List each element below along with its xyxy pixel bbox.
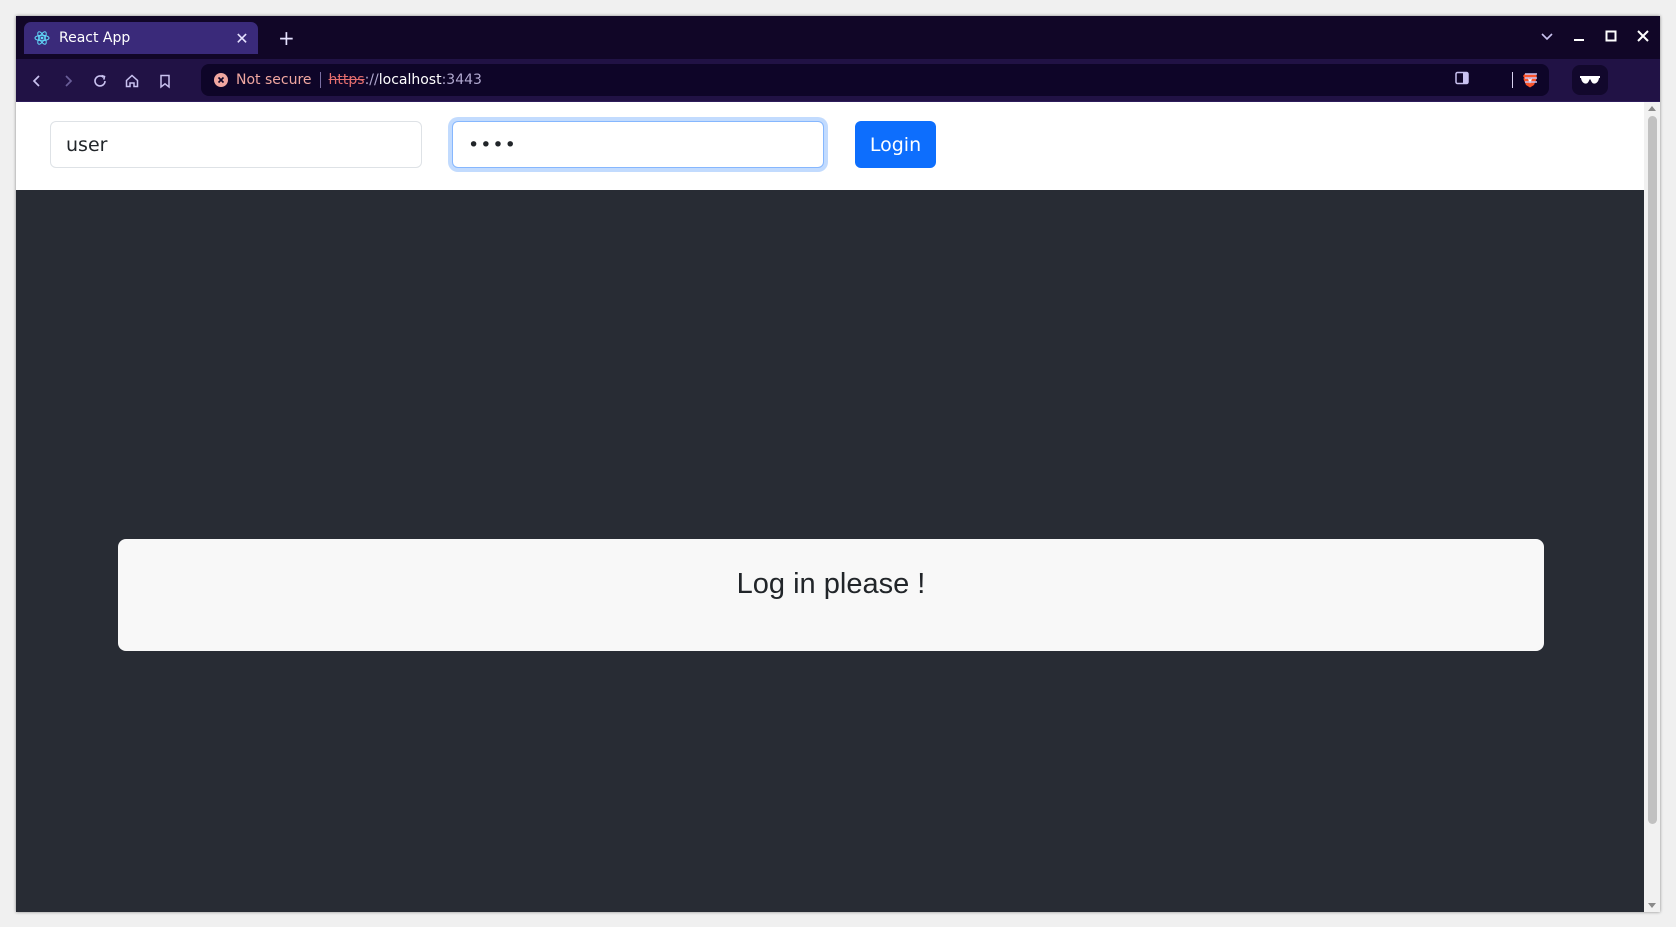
- message-card: Log in please !: [118, 539, 1544, 651]
- url-text[interactable]: https://localhost:3443: [329, 72, 482, 88]
- scrollbar-thumb[interactable]: [1648, 116, 1657, 824]
- tab-react-app[interactable]: React App ✕: [24, 22, 258, 54]
- scroll-up-arrow-icon[interactable]: [1648, 106, 1656, 111]
- password-input[interactable]: [452, 121, 824, 168]
- login-form: Login: [16, 102, 1644, 190]
- maximize-icon[interactable]: [1602, 27, 1620, 45]
- bookmark-icon[interactable]: [154, 70, 176, 92]
- url-host: localhost: [378, 72, 442, 88]
- window-controls: [1538, 24, 1652, 48]
- not-secure-icon[interactable]: [213, 72, 229, 88]
- address-divider: [319, 72, 321, 88]
- extension-glasses-icon[interactable]: [1572, 65, 1608, 95]
- tab-strip: React App ✕ +: [16, 16, 1660, 59]
- back-icon[interactable]: [26, 70, 48, 92]
- page-scrollbar[interactable]: [1644, 102, 1660, 912]
- browser-toolbar: Not secure https://localhost:3443: [16, 59, 1660, 102]
- browser-window: React App ✕ + Not secure https://localho…: [16, 16, 1660, 912]
- url-scheme: https: [328, 72, 365, 88]
- sidebar-toggle-icon[interactable]: [1454, 70, 1470, 86]
- reload-icon[interactable]: [89, 70, 111, 92]
- not-secure-label[interactable]: Not secure: [236, 72, 312, 88]
- home-icon[interactable]: [121, 70, 143, 92]
- tab-search-chevron-icon[interactable]: [1538, 27, 1556, 45]
- url-separator: ://: [364, 72, 379, 88]
- menu-icon[interactable]: [1523, 70, 1539, 86]
- close-window-icon[interactable]: [1634, 27, 1652, 45]
- login-prompt-message: Log in please !: [736, 568, 926, 600]
- address-bar[interactable]: Not secure https://localhost:3443: [201, 64, 1549, 96]
- minimize-icon[interactable]: [1570, 27, 1588, 45]
- page-content: Login Log in please !: [16, 102, 1644, 912]
- username-input[interactable]: [50, 121, 422, 168]
- react-logo-icon: [34, 30, 50, 46]
- login-button[interactable]: Login: [855, 121, 936, 168]
- forward-icon[interactable]: [57, 70, 79, 92]
- scroll-down-arrow-icon[interactable]: [1648, 903, 1656, 908]
- tab-title: React App: [59, 30, 131, 46]
- new-tab-button[interactable]: +: [278, 28, 295, 48]
- shields-divider: [1512, 72, 1513, 88]
- tab-close-icon[interactable]: ✕: [234, 29, 250, 48]
- url-port: :3443: [441, 72, 482, 88]
